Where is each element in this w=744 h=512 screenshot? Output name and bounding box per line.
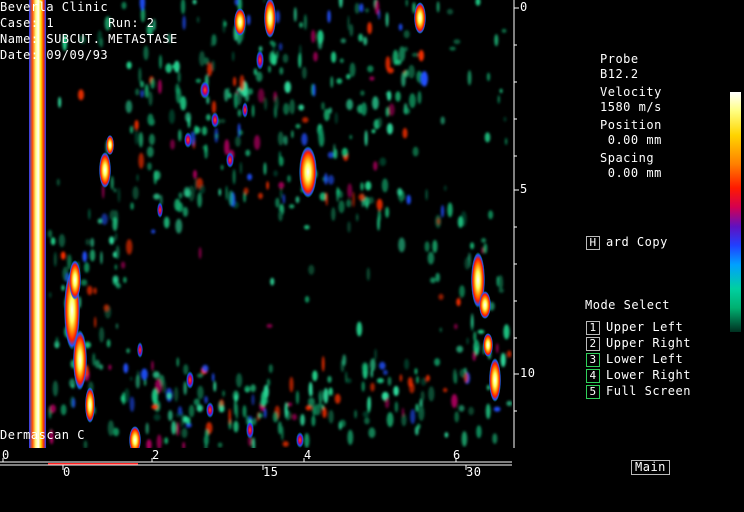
mode-label: Upper Left (606, 320, 684, 334)
mode-key[interactable]: 3 (586, 352, 600, 367)
depth-tick-10: 10 (520, 366, 536, 380)
hard-copy-option[interactable]: Hard Copy (586, 235, 668, 250)
mode-label: Lower Right (606, 368, 691, 382)
mode-key[interactable]: 5 (586, 384, 600, 399)
intensity-color-scale (730, 92, 741, 332)
bottom-upper-tick-6: 6 (453, 448, 461, 462)
patient-name-line: Name: SUBCUT. METASTASE (0, 32, 178, 46)
depth-tick-0: 0 (520, 0, 528, 14)
clinic-name: Beverla Clinic (0, 0, 109, 14)
bottom-lower-tick-30: 30 (466, 465, 482, 479)
bottom-upper-tick-0: 0 (2, 448, 10, 462)
probe-value: B12.2 (600, 67, 639, 81)
mode-select-list: 1 Upper Left 2 Upper Right 3 Lower Left 4 Lo… (586, 320, 691, 400)
mode-select-title: Mode Select (585, 298, 670, 312)
depth-tick-5: 5 (520, 182, 528, 196)
mode-upper-right[interactable]: 2 Upper Right (586, 336, 691, 352)
spacing-value: 0.00 mm (600, 166, 662, 180)
mode-label: Upper Right (606, 336, 691, 350)
hard-copy-label: ard Copy (606, 235, 668, 249)
spacing-label: Spacing (600, 151, 655, 165)
date-line: Date: 09/09/93 (0, 48, 109, 62)
mode-key[interactable]: 1 (586, 320, 600, 335)
bottom-axis: 0 2 4 6 0 15 30 (0, 448, 512, 488)
mode-key[interactable]: 4 (586, 368, 600, 383)
mode-label: Full Screen (606, 384, 691, 398)
probe-info-panel: Probe B12.2 Velocity 1580 m/s Position 0… (600, 52, 662, 181)
probe-label: Probe (600, 52, 639, 66)
position-value: 0.00 mm (600, 133, 662, 147)
mode-label: Lower Left (606, 352, 684, 366)
mode-lower-left[interactable]: 3 Lower Left (586, 352, 691, 368)
ultrasound-scan-image (0, 0, 512, 448)
bottom-upper-tick-2: 2 (152, 448, 160, 462)
hard-copy-key[interactable]: H (586, 235, 600, 250)
bottom-lower-tick-0: 0 (63, 465, 71, 479)
position-label: Position (600, 118, 662, 132)
velocity-label: Velocity (600, 85, 662, 99)
mode-upper-left[interactable]: 1 Upper Left (586, 320, 691, 336)
bottom-upper-tick-4: 4 (304, 448, 312, 462)
mode-lower-right[interactable]: 4 Lower Right (586, 368, 691, 384)
mode-key[interactable]: 2 (586, 336, 600, 351)
patient-header: Beverla Clinic Case: 1 Run: 2 Name: SUBC… (0, 0, 178, 64)
device-label: Dermascan C (0, 428, 85, 442)
bottom-lower-tick-15: 15 (263, 465, 279, 479)
main-button[interactable]: Main (631, 460, 670, 475)
mode-full-screen[interactable]: 5 Full Screen (586, 384, 691, 400)
case-run-line: Case: 1 Run: 2 (0, 16, 155, 30)
velocity-value: 1580 m/s (600, 100, 662, 114)
depth-axis: 0 5 10 (512, 0, 542, 448)
